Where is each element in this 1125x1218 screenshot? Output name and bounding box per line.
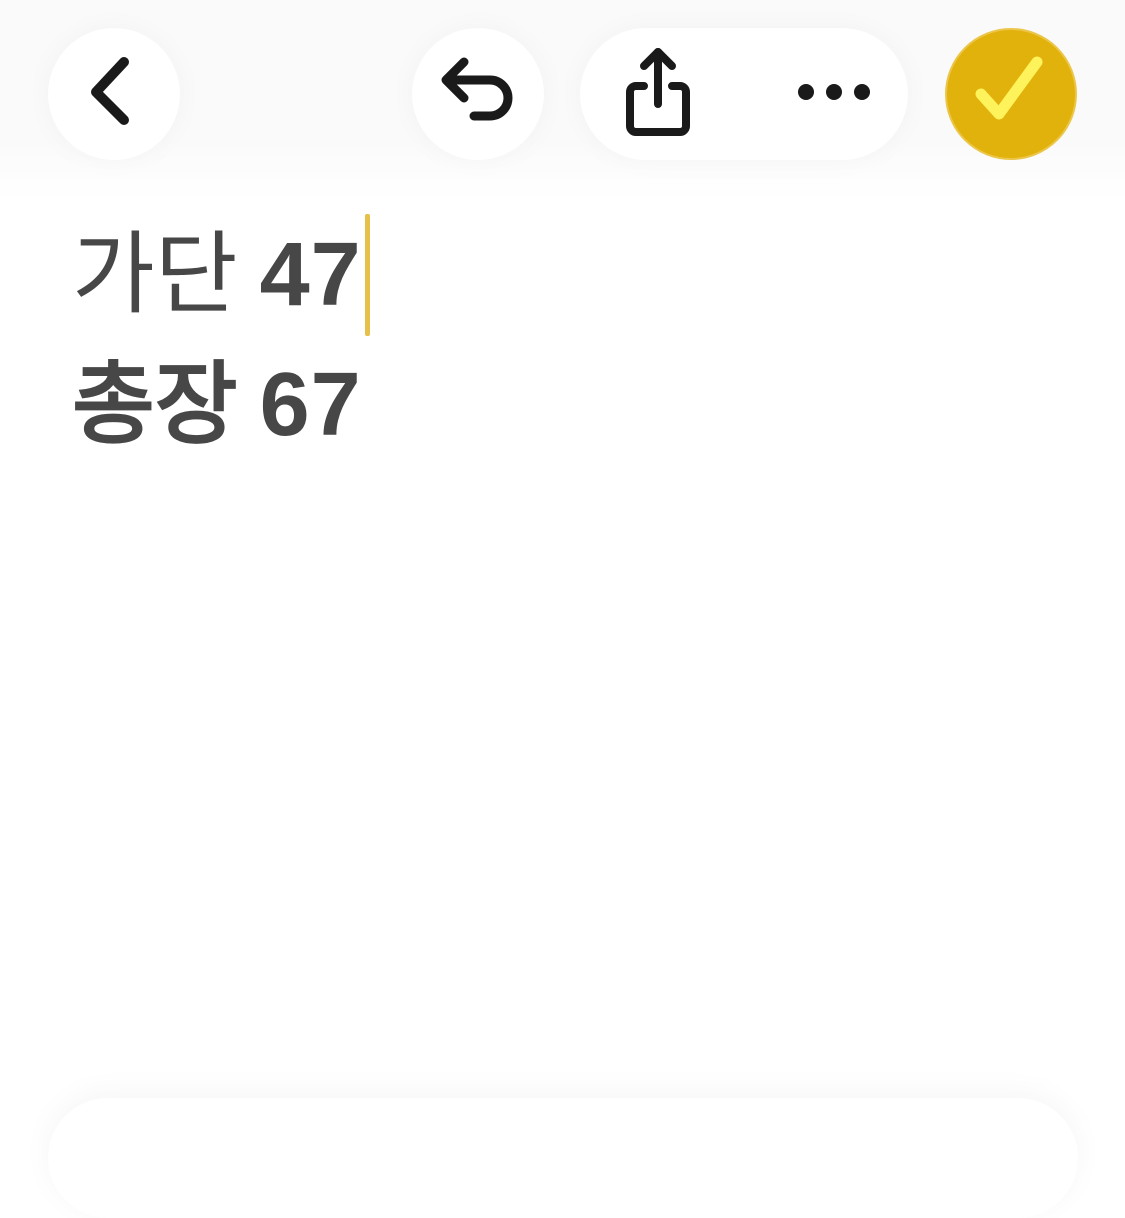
note-line[interactable]: 가단 47 bbox=[72, 210, 1052, 340]
note-line-value: 67 bbox=[259, 355, 362, 455]
text-caret bbox=[364, 214, 370, 336]
note-line-label: 총장 bbox=[72, 352, 238, 457]
share-icon bbox=[618, 44, 698, 144]
top-toolbar bbox=[0, 0, 1125, 200]
checkmark-icon bbox=[971, 52, 1051, 136]
ellipsis-icon bbox=[794, 80, 874, 108]
share-button[interactable] bbox=[600, 36, 716, 152]
bottom-toolbar bbox=[48, 1098, 1078, 1218]
note-line-label: 가단 bbox=[72, 222, 238, 327]
chevron-left-icon bbox=[84, 52, 144, 136]
undo-button[interactable] bbox=[412, 28, 544, 160]
undo-icon bbox=[438, 52, 518, 136]
action-pill bbox=[580, 28, 908, 160]
note-body[interactable]: 가단 47 총장 67 bbox=[72, 210, 1052, 470]
more-button[interactable] bbox=[776, 36, 892, 152]
note-line-value: 47 bbox=[259, 225, 362, 325]
note-line[interactable]: 총장 67 bbox=[72, 340, 1052, 470]
done-button[interactable] bbox=[945, 28, 1077, 160]
back-button[interactable] bbox=[48, 28, 180, 160]
